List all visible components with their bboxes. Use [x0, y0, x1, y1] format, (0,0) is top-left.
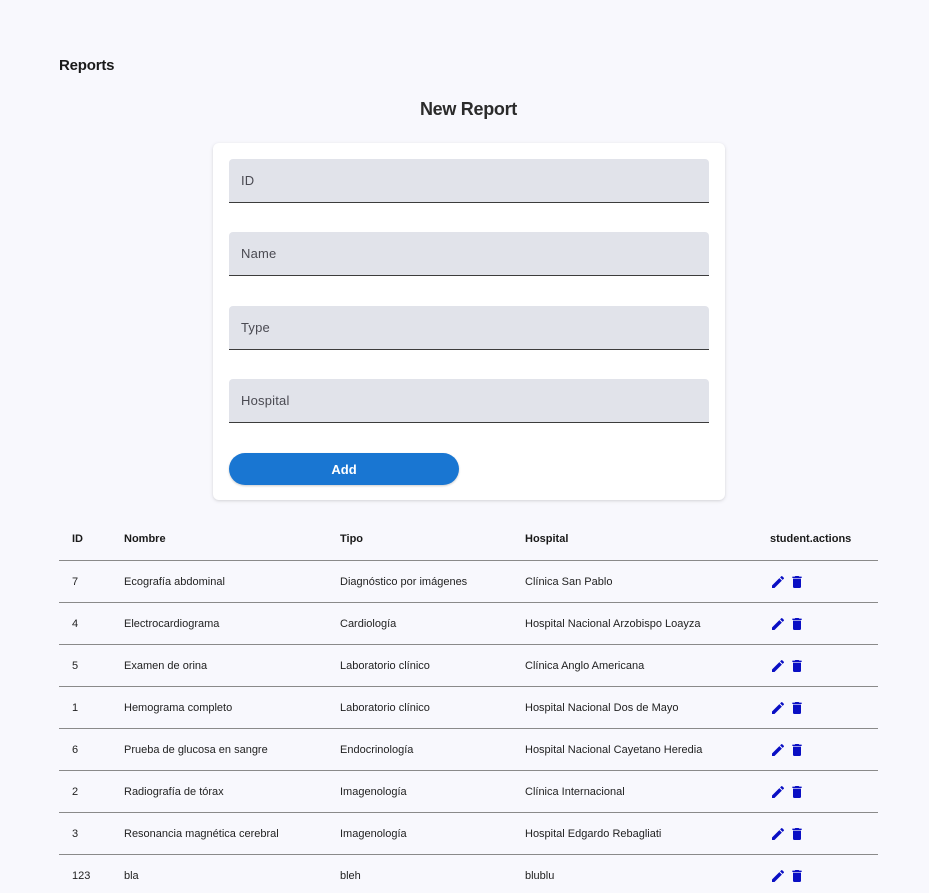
delete-icon[interactable]	[789, 826, 805, 842]
cell-hospital: Hospital Nacional Cayetano Heredia	[525, 728, 770, 771]
cell-id: 4	[59, 602, 124, 645]
cell-hospital: Clínica Internacional	[525, 770, 770, 813]
edit-icon[interactable]	[770, 658, 786, 674]
delete-icon[interactable]	[789, 574, 805, 590]
cell-nombre: Prueba de glucosa en sangre	[124, 728, 340, 771]
edit-icon[interactable]	[770, 868, 786, 884]
type-field[interactable]	[229, 306, 709, 349]
edit-icon[interactable]	[770, 742, 786, 758]
cell-tipo: Imagenología	[340, 770, 525, 813]
delete-icon[interactable]	[789, 784, 805, 800]
hospital-field-container	[229, 379, 709, 423]
table-row: 2 Radiografía de tórax Imagenología Clínica…	[59, 770, 878, 813]
cell-tipo: Cardiología	[340, 602, 525, 645]
cell-actions	[770, 855, 878, 893]
column-header-nombre[interactable]: Nombre	[124, 517, 340, 561]
cell-hospital: Hospital Edgardo Rebagliati	[525, 812, 770, 855]
reports-page: Reports New Report Add ID Nombre Tipo Ho…	[0, 0, 929, 893]
column-header-id[interactable]: ID	[59, 517, 124, 561]
cell-tipo: Imagenología	[340, 812, 525, 855]
delete-icon[interactable]	[789, 658, 805, 674]
delete-icon[interactable]	[789, 868, 805, 884]
reports-table: ID Nombre Tipo Hospital student.actions …	[59, 517, 878, 893]
name-field[interactable]	[229, 232, 709, 275]
form-title: New Report	[419, 99, 517, 119]
cell-nombre: Electrocardiograma	[124, 602, 340, 645]
cell-actions	[770, 602, 878, 645]
cell-nombre: bla	[124, 869, 139, 882]
cell-nombre: Radiografía de tórax	[124, 770, 340, 813]
table-row: 5 Examen de orina Laboratorio clínico Clíni…	[59, 644, 878, 687]
cell-id: 2	[59, 770, 124, 813]
edit-icon[interactable]	[770, 784, 786, 800]
cell-actions	[770, 728, 878, 771]
page-title: Reports	[59, 57, 115, 74]
cell-tipo: Laboratorio clínico	[340, 644, 525, 687]
cell-tipo: Laboratorio clínico	[340, 686, 525, 729]
cell-id: 7	[59, 560, 124, 603]
edit-icon[interactable]	[770, 826, 786, 842]
cell-hospital: Clínica Anglo Americana	[525, 644, 770, 687]
table-row: 4 Electrocardiograma Cardiología Hospital N…	[59, 602, 878, 645]
table-row: 6 Prueba de glucosa en sangre Endocrinolog…	[59, 728, 878, 771]
cell-nombre: Examen de orina	[124, 644, 340, 687]
cell-actions	[770, 812, 878, 855]
cell-nombre: Resonancia magnética cerebral	[124, 812, 340, 855]
id-field[interactable]	[229, 159, 709, 202]
cell-id: 123	[72, 869, 91, 882]
table-header-row: ID Nombre Tipo Hospital student.actions	[59, 517, 878, 561]
cell-actions	[770, 770, 878, 813]
id-field-container	[229, 159, 709, 203]
delete-icon[interactable]	[789, 700, 805, 716]
column-header-actions: student.actions	[770, 517, 878, 561]
hospital-field[interactable]	[229, 379, 709, 422]
cell-nombre: Hemograma completo	[124, 686, 340, 729]
edit-icon[interactable]	[770, 616, 786, 632]
table-row: 3 Resonancia magnética cerebral Imagenolog…	[59, 812, 878, 855]
add-button[interactable]: Add	[229, 453, 459, 485]
type-field-container	[229, 306, 709, 350]
table-body: 7 Ecografía abdominal Diagnóstico por imág…	[59, 560, 878, 893]
cell-id: 5	[59, 644, 124, 687]
cell-tipo: Endocrinología	[340, 728, 525, 771]
cell-hospital: Hospital Nacional Arzobispo Loayza	[525, 602, 770, 645]
cell-tipo: Diagnóstico por imágenes	[340, 560, 525, 603]
cell-actions	[770, 560, 878, 603]
cell-hospital: blublu	[525, 869, 555, 882]
name-field-container	[229, 232, 709, 276]
edit-icon[interactable]	[770, 700, 786, 716]
table-row: 1 Hemograma completo Laboratorio clínico Ho…	[59, 686, 878, 729]
cell-nombre: Ecografía abdominal	[124, 560, 340, 603]
cell-id: 1	[59, 686, 124, 729]
cell-actions	[770, 686, 878, 729]
delete-icon[interactable]	[789, 616, 805, 632]
cell-hospital: Hospital Nacional Dos de Mayo	[525, 686, 770, 729]
table-row: 7 Ecografía abdominal Diagnóstico por imág…	[59, 560, 878, 603]
cell-tipo: bleh	[340, 869, 361, 882]
edit-icon[interactable]	[770, 574, 786, 590]
table-row: 123 bla bleh blublu	[59, 855, 878, 893]
cell-hospital: Clínica San Pablo	[525, 560, 770, 603]
cell-id: 6	[59, 728, 124, 771]
cell-id: 3	[59, 812, 124, 855]
column-header-tipo[interactable]: Tipo	[340, 517, 525, 561]
delete-icon[interactable]	[789, 742, 805, 758]
new-report-form: Add	[213, 143, 725, 500]
cell-actions	[770, 644, 878, 687]
column-header-hospital[interactable]: Hospital	[525, 517, 770, 561]
